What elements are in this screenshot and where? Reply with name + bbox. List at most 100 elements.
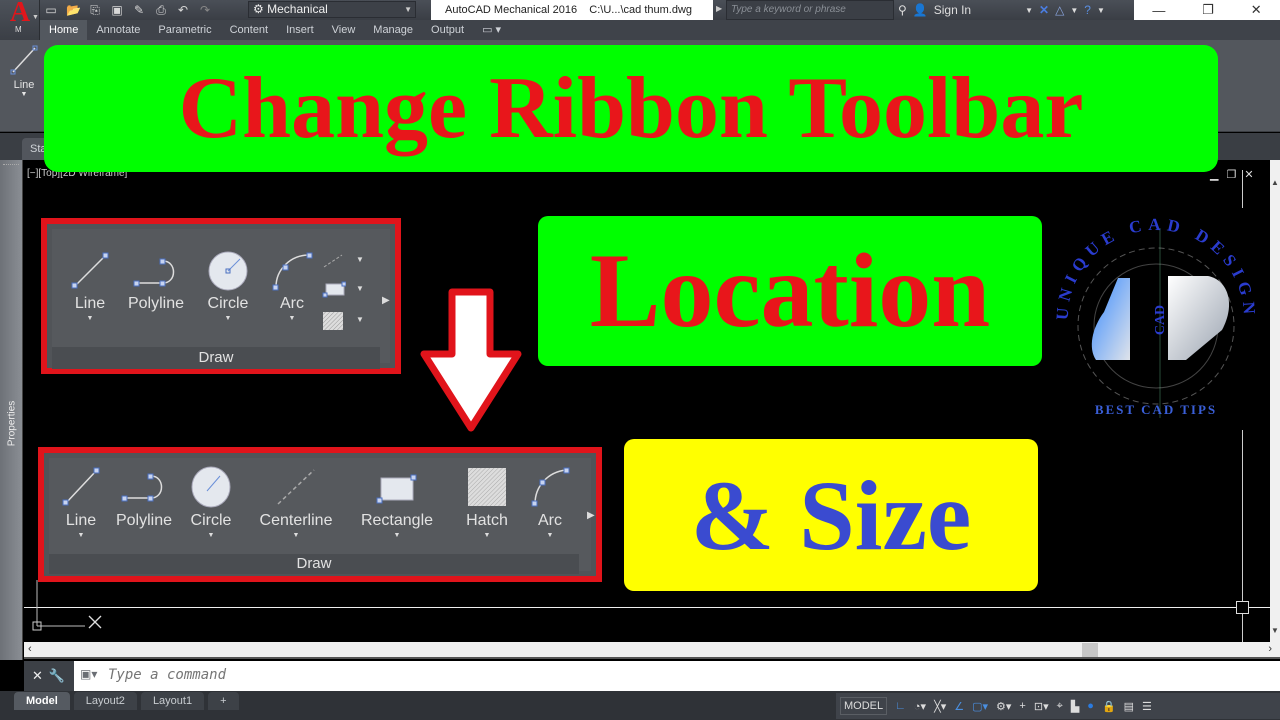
vertical-scrollbar[interactable]: ▲ ▼ — [1270, 160, 1280, 642]
draw-circle-tool[interactable]: Circle ▼ — [198, 251, 258, 322]
chevron-down-icon[interactable]: ▼ — [1097, 6, 1105, 15]
chevron-down-icon[interactable]: ▼ — [455, 532, 519, 539]
draw-centerline-tool[interactable]: Centerline ▼ — [253, 466, 339, 539]
chevron-down-icon[interactable]: ▼ — [1025, 6, 1033, 15]
draw-rectangle-tool[interactable]: Rectangle ▼ — [357, 466, 437, 539]
tab-model[interactable]: Model — [14, 692, 70, 710]
properties-palette[interactable]: Properties — [0, 160, 23, 660]
chevron-down-icon[interactable]: ▼ — [356, 284, 364, 293]
ribbon-line-tool[interactable]: Line ▼ — [8, 44, 40, 98]
tab-layout1[interactable]: Layout1 — [140, 692, 205, 710]
command-prompt-icon[interactable]: ▣▾ — [80, 667, 97, 681]
ribbon-toggle-icon[interactable]: ▭ ▾ — [473, 20, 510, 40]
draw-panel-title[interactable]: Draw — [49, 554, 579, 574]
grip-handle[interactable] — [3, 164, 19, 170]
print-icon[interactable]: ⎙ — [154, 3, 168, 18]
open-icon[interactable]: 📂 — [66, 3, 81, 17]
viewport-restore-button[interactable]: ❐ — [1226, 168, 1236, 181]
dynamic-ucs-icon[interactable]: ∠ — [954, 700, 964, 713]
settings-gear-icon[interactable]: ⚙▾ — [996, 700, 1011, 713]
circle-icon — [208, 251, 248, 291]
wrench-icon[interactable]: 🔧 — [49, 668, 65, 684]
scroll-thumb[interactable] — [1082, 643, 1098, 657]
chevron-down-icon[interactable]: ▼ — [181, 532, 241, 539]
tab-insert[interactable]: Insert — [277, 20, 323, 40]
annotation-icon[interactable]: ⌖ — [1057, 700, 1063, 713]
centerline-small-button[interactable]: ▼ — [322, 253, 364, 271]
lock-ui-icon[interactable]: 🔒 — [1102, 700, 1116, 713]
chevron-down-icon[interactable]: ▼ — [66, 315, 114, 322]
tab-manage[interactable]: Manage — [364, 20, 422, 40]
binoculars-icon[interactable]: ⚲ — [898, 3, 907, 17]
play-arrow-icon[interactable]: ▶ — [716, 4, 722, 13]
workspace-dropdown[interactable]: ⚙ Mechanical ▼ — [248, 1, 416, 18]
clean-screen-icon[interactable]: ▤ — [1124, 700, 1134, 713]
model-space-button[interactable]: MODEL — [840, 697, 888, 715]
draw-arc-tool[interactable]: Arc ▼ — [264, 251, 320, 322]
draw-arc-tool[interactable]: Arc ▼ — [525, 466, 575, 539]
chevron-down-icon[interactable]: ▼ — [264, 315, 320, 322]
selection-cycling-icon[interactable]: ▢▾ — [972, 700, 988, 713]
draw-panel-title[interactable]: Draw — [52, 347, 380, 369]
new-icon[interactable]: ▭ — [44, 3, 58, 17]
undo-icon[interactable]: ↶ — [176, 3, 190, 17]
minimize-button[interactable]: — — [1152, 3, 1165, 18]
user-icon[interactable]: 👤 — [913, 3, 928, 17]
plus-icon[interactable]: + — [1019, 700, 1025, 712]
close-button[interactable]: ✕ — [1251, 2, 1262, 18]
chevron-down-icon[interactable]: ▼ — [356, 255, 364, 264]
rectangle-small-button[interactable]: ▼ — [322, 281, 364, 301]
tab-home[interactable]: Home — [40, 20, 88, 40]
close-icon[interactable]: ✕ — [32, 668, 43, 684]
draw-circle-tool[interactable]: Circle ▼ — [181, 466, 241, 539]
tab-annotate[interactable]: Annotate — [87, 20, 149, 40]
save-icon[interactable]: ▣ — [110, 3, 124, 17]
draw-line-tool[interactable]: Line ▼ — [66, 251, 114, 322]
isolate-icon[interactable]: ▙ — [1071, 700, 1079, 713]
scroll-down-icon[interactable]: ▼ — [1271, 626, 1279, 635]
help-search-input[interactable]: Type a keyword or phrase — [726, 0, 894, 20]
application-menu-button[interactable]: A M ▼ — [0, 0, 40, 40]
draw-polyline-tool[interactable]: Polyline — [111, 466, 177, 530]
command-input[interactable] — [108, 667, 708, 683]
tab-content[interactable]: Content — [221, 20, 278, 40]
redo-icon[interactable]: ↷ — [198, 3, 212, 17]
viewport-scale-icon[interactable]: ⊡▾ — [1034, 700, 1049, 713]
scroll-up-icon[interactable]: ▲ — [1271, 178, 1279, 187]
draw-hatch-tool[interactable]: Hatch ▼ — [455, 466, 519, 539]
panel-expand-icon[interactable]: ▶ — [382, 295, 390, 306]
add-layout-button[interactable]: + — [208, 692, 239, 710]
restore-button[interactable]: ❐ — [1202, 2, 1214, 18]
exchange-apps-icon[interactable]: ✕ — [1039, 3, 1049, 17]
chevron-down-icon[interactable]: ▼ — [1070, 6, 1078, 15]
hardware-acceleration-icon[interactable]: ● — [1087, 700, 1094, 712]
chevron-down-icon[interactable]: ▼ — [53, 532, 109, 539]
tab-parametric[interactable]: Parametric — [149, 20, 220, 40]
rectangle-icon — [376, 474, 417, 504]
tab-view[interactable]: View — [323, 20, 365, 40]
customization-menu-icon[interactable]: ☰ — [1142, 700, 1152, 713]
viewport-close-button[interactable]: ✕ — [1244, 168, 1253, 181]
tab-output[interactable]: Output — [422, 20, 473, 40]
sign-in-button[interactable]: Sign In — [934, 3, 971, 17]
chevron-down-icon[interactable]: ▼ — [198, 315, 258, 322]
chevron-down-icon[interactable]: ▼ — [356, 315, 364, 324]
chevron-down-icon[interactable]: ▼ — [253, 532, 339, 539]
tab-layout2[interactable]: Layout2 — [73, 692, 137, 710]
ortho-icon[interactable]: ∟ — [895, 700, 906, 712]
scroll-left-icon[interactable]: ‹ — [28, 643, 32, 655]
horizontal-scrollbar[interactable]: ‹ › — [24, 642, 1280, 659]
chevron-down-icon[interactable]: ▼ — [525, 532, 575, 539]
help-icon[interactable]: ? — [1084, 3, 1091, 17]
panel-expand-icon[interactable]: ▶ — [587, 510, 595, 521]
save-as-icon[interactable]: ✎ — [132, 3, 146, 17]
scroll-right-icon[interactable]: › — [1268, 643, 1272, 655]
draw-line-tool[interactable]: Line ▼ — [53, 466, 109, 539]
draw-polyline-tool[interactable]: Polyline — [120, 251, 192, 313]
osnap-icon[interactable]: ╳▾ — [934, 700, 946, 713]
save-cloud-icon[interactable]: ⎘ — [88, 3, 102, 18]
hatch-small-button[interactable]: ▼ — [322, 311, 364, 333]
a360-icon[interactable]: △ — [1055, 3, 1064, 17]
polar-icon[interactable]: ◔▾ — [914, 700, 926, 713]
chevron-down-icon[interactable]: ▼ — [357, 532, 437, 539]
